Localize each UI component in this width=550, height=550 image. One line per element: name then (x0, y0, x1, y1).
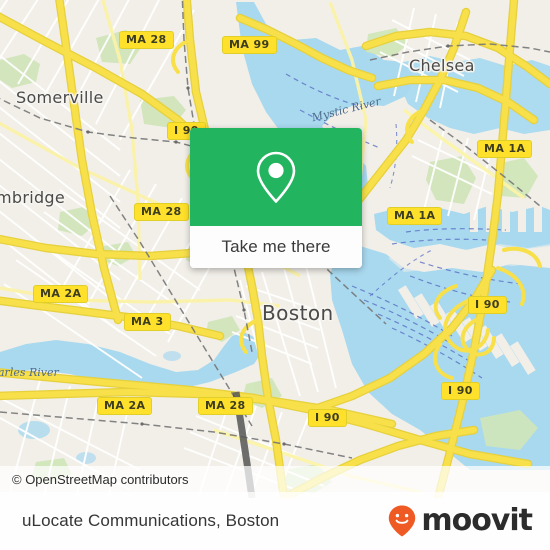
footer-bar: uLocate Communications, Boston moovit (0, 492, 550, 550)
moovit-wordmark: moovit (421, 503, 533, 538)
attribution-text: © OpenStreetMap contributors (12, 471, 189, 487)
map-attribution[interactable]: © OpenStreetMap contributors (0, 466, 550, 492)
map-screenshot-root: Somerville Chelsea mbridge Boston Mystic… (0, 0, 550, 550)
page-title: uLocate Communications, Boston (22, 511, 280, 530)
moovit-brand[interactable]: moovit (387, 503, 533, 538)
location-callout-card[interactable]: Take me there (190, 128, 362, 268)
map-pin-icon (256, 151, 296, 203)
callout-action-area[interactable]: Take me there (190, 226, 362, 268)
callout-marker-area (190, 128, 362, 226)
moovit-smiley-pin-icon (389, 505, 416, 537)
take-me-there-label: Take me there (221, 237, 331, 256)
